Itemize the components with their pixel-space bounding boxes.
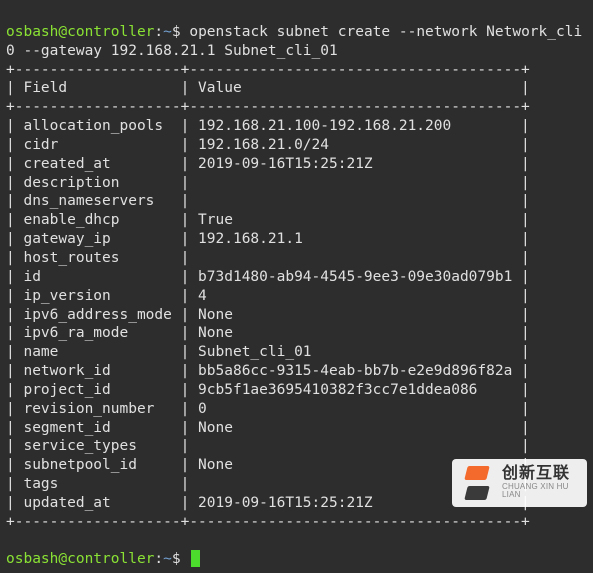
command-line-2[interactable]: 0 --gateway 192.168.21.1 Subnet_cli_01 bbox=[6, 43, 338, 59]
prompt-symbol: $ bbox=[172, 24, 181, 40]
prompt-user-host: osbash@controller bbox=[6, 551, 154, 567]
output-table: +-------------------+-------------------… bbox=[6, 62, 530, 530]
watermark-text-zh: 创新互联 bbox=[502, 466, 579, 483]
watermark-badge: 创新互联 CHUANG XIN HU LIAN bbox=[452, 459, 587, 507]
prompt-user-host: osbash@controller bbox=[6, 24, 154, 40]
command-line-1[interactable]: openstack subnet create --network Networ… bbox=[189, 24, 582, 40]
watermark-logo-icon bbox=[460, 466, 494, 500]
cursor[interactable] bbox=[191, 550, 200, 567]
prompt-symbol: $ bbox=[172, 551, 181, 567]
prompt-path: ~ bbox=[163, 24, 172, 40]
prompt-path: ~ bbox=[163, 551, 172, 567]
watermark-text-en: CHUANG XIN HU LIAN bbox=[502, 483, 579, 500]
